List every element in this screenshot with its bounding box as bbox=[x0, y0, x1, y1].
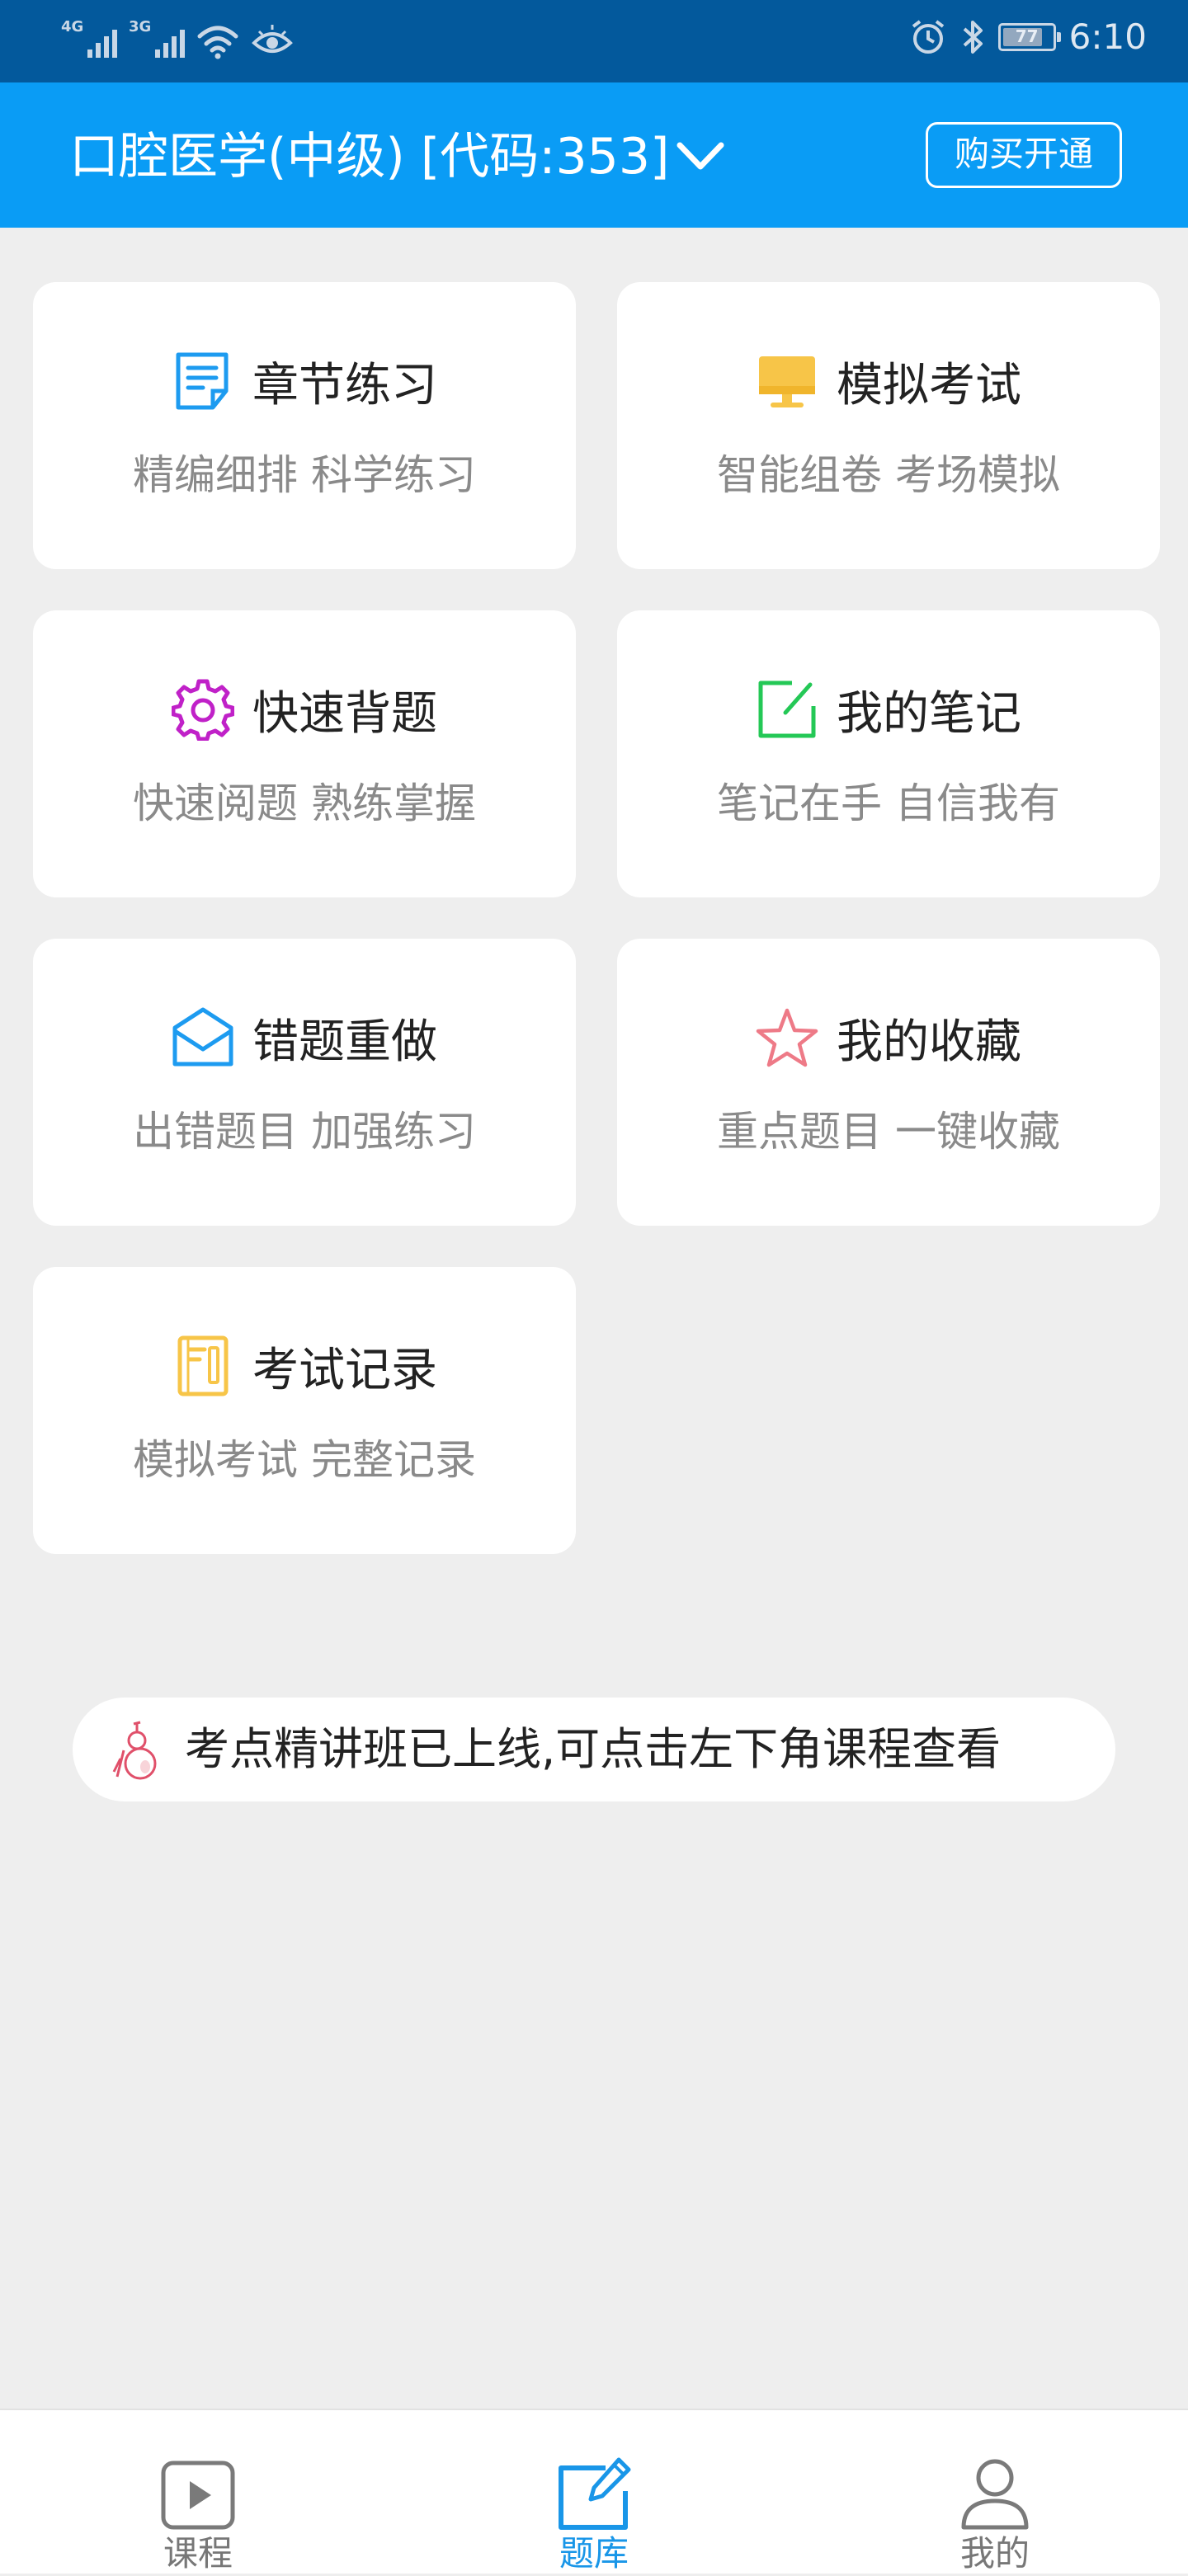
card-title: 我的收藏 bbox=[837, 1015, 1021, 1069]
clock: 6:10 bbox=[1068, 16, 1147, 57]
card-subtitle: 重点题目 一键收藏 bbox=[717, 1108, 1060, 1156]
status-bar: 4G 3G 77 6:10 bbox=[0, 0, 1188, 82]
quick-review-card[interactable]: 快速背题 快速阅题 熟练掌握 bbox=[33, 610, 576, 897]
card-title: 我的笔记 bbox=[837, 686, 1021, 741]
nav-label: 题库 bbox=[559, 2533, 629, 2574]
course-selector-title[interactable]: 口腔医学(中级) [代码:353] bbox=[69, 124, 669, 190]
card-subtitle: 出错题目 加强练习 bbox=[133, 1108, 476, 1156]
card-subtitle: 笔记在手 自信我有 bbox=[717, 779, 1060, 827]
card-subtitle: 智能组卷 考场模拟 bbox=[717, 451, 1060, 499]
chapter-practice-card[interactable]: 章节练习 精编细排 科学练习 bbox=[33, 282, 576, 569]
nav-tab-profile[interactable]: 我的 bbox=[896, 2410, 1094, 2575]
eye-icon bbox=[252, 25, 293, 53]
bottom-navigation: 课程 题库 我的 bbox=[0, 2409, 1188, 2574]
signal-3g-icon: 3G bbox=[129, 18, 185, 59]
app-header: 口腔医学(中级) [代码:353] 购买开通 bbox=[0, 82, 1188, 228]
star-icon bbox=[756, 1008, 818, 1067]
status-right: 77 6:10 bbox=[909, 16, 1147, 57]
notebook-icon bbox=[177, 1335, 229, 1396]
signal-4g-icon: 4G bbox=[61, 18, 117, 59]
card-title: 模拟考试 bbox=[837, 358, 1021, 412]
document-icon bbox=[176, 352, 229, 410]
question-bank-icon bbox=[559, 2457, 631, 2530]
bluetooth-icon bbox=[963, 20, 983, 54]
nav-tab-courses[interactable]: 课程 bbox=[99, 2410, 297, 2575]
card-title: 快速背题 bbox=[252, 686, 437, 741]
gourd-icon bbox=[112, 1721, 157, 1780]
card-subtitle: 精编细排 科学练习 bbox=[133, 451, 476, 499]
nav-label: 课程 bbox=[163, 2533, 233, 2574]
my-notes-card[interactable]: 我的笔记 笔记在手 自信我有 bbox=[617, 610, 1160, 897]
network-type-1: 4G bbox=[61, 18, 84, 35]
alarm-icon bbox=[912, 19, 944, 54]
chevron-down-icon[interactable] bbox=[676, 140, 724, 173]
exam-records-card[interactable]: 考试记录 模拟考试 完整记录 bbox=[33, 1267, 576, 1554]
nav-tab-question-bank[interactable]: 题库 bbox=[495, 2410, 693, 2575]
monitor-icon bbox=[759, 356, 815, 407]
card-title: 章节练习 bbox=[252, 358, 437, 412]
course-notice-banner[interactable]: 考点精讲班已上线,可点击左下角课程查看 bbox=[73, 1698, 1115, 1801]
gear-icon bbox=[172, 679, 234, 741]
card-title: 考试记录 bbox=[252, 1343, 437, 1397]
profile-icon bbox=[961, 2459, 1029, 2530]
play-icon bbox=[161, 2461, 235, 2530]
my-favorites-card[interactable]: 我的收藏 重点题目 一键收藏 bbox=[617, 939, 1160, 1226]
notice-text: 考点精讲班已上线,可点击左下角课程查看 bbox=[185, 1723, 1002, 1775]
card-subtitle: 模拟考试 完整记录 bbox=[133, 1436, 476, 1484]
wrong-questions-card[interactable]: 错题重做 出错题目 加强练习 bbox=[33, 939, 576, 1226]
mock-exam-card[interactable]: 模拟考试 智能组卷 考场模拟 bbox=[617, 282, 1160, 569]
card-subtitle: 快速阅题 熟练掌握 bbox=[133, 779, 476, 827]
card-title: 错题重做 bbox=[252, 1015, 437, 1069]
buy-open-button[interactable]: 购买开通 bbox=[926, 122, 1122, 188]
battery-icon: 77 bbox=[997, 22, 1061, 51]
network-type-2: 3G bbox=[129, 18, 152, 35]
envelope-icon bbox=[172, 1007, 233, 1067]
wifi-icon bbox=[197, 26, 238, 59]
status-indicators: 4G 3G bbox=[61, 18, 294, 59]
edit-note-icon bbox=[758, 680, 816, 738]
battery-level: 77 bbox=[1015, 26, 1039, 46]
nav-label: 我的 bbox=[959, 2533, 1030, 2574]
